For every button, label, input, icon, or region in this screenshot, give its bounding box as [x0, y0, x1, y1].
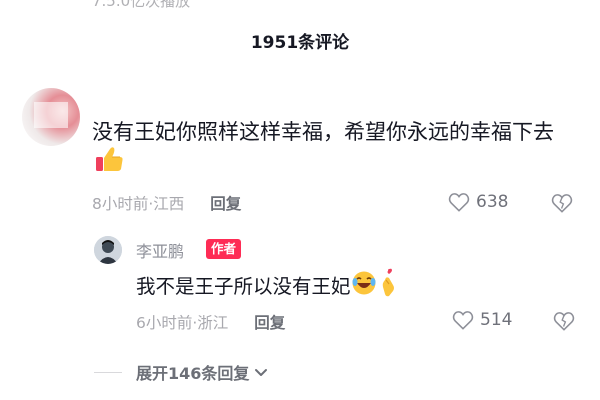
- reply-avatar[interactable]: [94, 236, 122, 264]
- divider-line: [94, 371, 122, 373]
- chevron-down-icon[interactable]: [253, 364, 269, 380]
- reply-meta: 6小时前·浙江 回复: [136, 311, 285, 333]
- comment-count-title: 1951条评论: [250, 33, 350, 53]
- heart-hand-emoji: [377, 268, 401, 303]
- reply-body: 我不是王子所以没有王妃: [136, 268, 401, 303]
- comment-body: 没有王妃你照样这样幸福，希望你永远的幸福下去: [92, 116, 572, 183]
- reply-to-reply-button[interactable]: 回复: [254, 311, 285, 333]
- reply-author-name[interactable]: 李亚鹏: [136, 238, 184, 262]
- author-badge: 作者: [206, 239, 242, 259]
- top-cut-text: 7.5.0亿次播放: [92, 0, 191, 10]
- comment-time: 8小时前·江西: [92, 195, 185, 213]
- expand-replies-label[interactable]: 展开146条回复: [136, 360, 249, 384]
- comment-text: 没有王妃你照样这样幸福，希望你永远的幸福下去: [92, 120, 554, 144]
- comment-meta: 8小时前·江西 回复: [92, 192, 241, 214]
- heart-outline-icon: [448, 192, 470, 212]
- dislike-heart-icon[interactable]: [553, 311, 575, 331]
- reply-button[interactable]: 回复: [210, 192, 241, 214]
- comment-panel: 7.5.0亿次播放 1951条评论 没有王妃你照样这样幸福，希望你永远的幸福下去…: [0, 0, 600, 400]
- thumbs-up-emoji: [95, 145, 125, 183]
- expand-replies[interactable]: 展开146条回复: [94, 360, 269, 384]
- reply-like-button[interactable]: 514: [452, 310, 512, 330]
- dislike-heart-icon[interactable]: [551, 193, 573, 213]
- avatar[interactable]: [22, 88, 80, 146]
- laughing-emoji: [351, 270, 377, 301]
- reply-text: 我不是王子所以没有王妃: [136, 275, 351, 298]
- reply-time: 6小时前·浙江: [136, 314, 229, 332]
- heart-outline-icon: [452, 310, 474, 330]
- like-button[interactable]: 638: [448, 192, 508, 212]
- reply-like-count: 514: [480, 310, 513, 330]
- like-count: 638: [476, 192, 509, 212]
